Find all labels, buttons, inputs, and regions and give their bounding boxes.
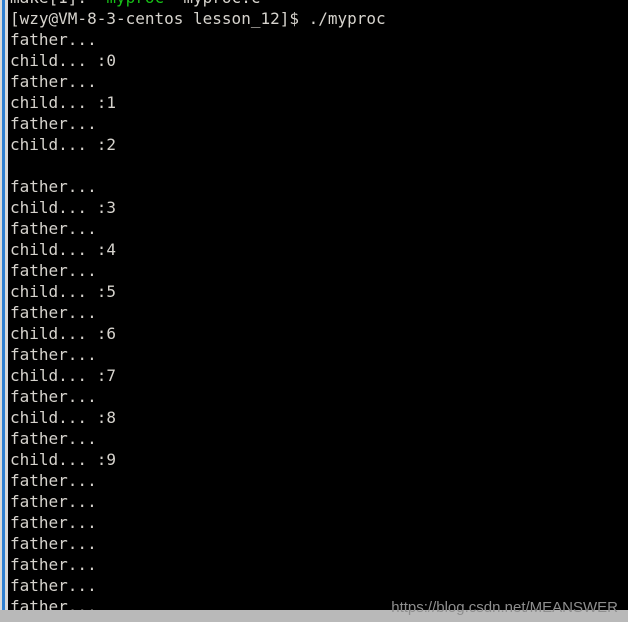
terminal-line: father...	[10, 177, 97, 196]
terminal-line: father...	[10, 261, 97, 280]
terminal-line: father...	[10, 534, 97, 553]
terminal-line: father...	[10, 576, 97, 595]
terminal-prompt-line: [wzy@VM-8-3-centos lesson_12]$ ./myproc	[10, 9, 386, 28]
terminal-line: father...	[10, 30, 97, 49]
terminal-line: child... :4	[10, 240, 116, 259]
terminal-line: child... :7	[10, 366, 116, 385]
terminal-line: child... :9	[10, 450, 116, 469]
terminal-line: father...	[10, 303, 97, 322]
terminal-line: child... :5	[10, 282, 116, 301]
terminal-line: father...	[10, 219, 97, 238]
terminal-line: father...	[10, 114, 97, 133]
truncated-prefix: make[1]: “	[10, 0, 106, 7]
truncated-suffix: ” myproc.c	[164, 0, 260, 7]
terminal-line: child... :8	[10, 408, 116, 427]
terminal-line: child... :0	[10, 51, 116, 70]
terminal-line-truncated: make[1]: “myproc” myproc.c	[8, 0, 628, 8]
terminal-line: father...	[10, 555, 97, 574]
terminal-line: father...	[10, 345, 97, 364]
terminal-line: child... :3	[10, 198, 116, 217]
screenshot-root: make[1]: “myproc” myproc.c [wzy@VM-8-3-c…	[0, 0, 628, 622]
terminal-line: father...	[10, 513, 97, 532]
terminal-line: father...	[10, 72, 97, 91]
terminal-line: child... :2	[10, 135, 116, 154]
terminal-line: father...	[10, 471, 97, 490]
terminal-line: father...	[10, 387, 97, 406]
left-blue-accent-bar	[2, 0, 5, 610]
terminal-line: father...	[10, 492, 97, 511]
terminal-output: make[1]: “myproc” myproc.c [wzy@VM-8-3-c…	[8, 0, 628, 610]
terminal-line: child... :6	[10, 324, 116, 343]
truncated-highlight: myproc	[106, 0, 164, 7]
terminal-line: father...	[10, 429, 97, 448]
terminal-line: child... :1	[10, 93, 116, 112]
watermark-url: https://blog.csdn.net/MEANSWER	[391, 599, 618, 616]
left-frame-gap	[5, 0, 8, 610]
terminal-screen[interactable]: make[1]: “myproc” myproc.c [wzy@VM-8-3-c…	[8, 0, 628, 610]
